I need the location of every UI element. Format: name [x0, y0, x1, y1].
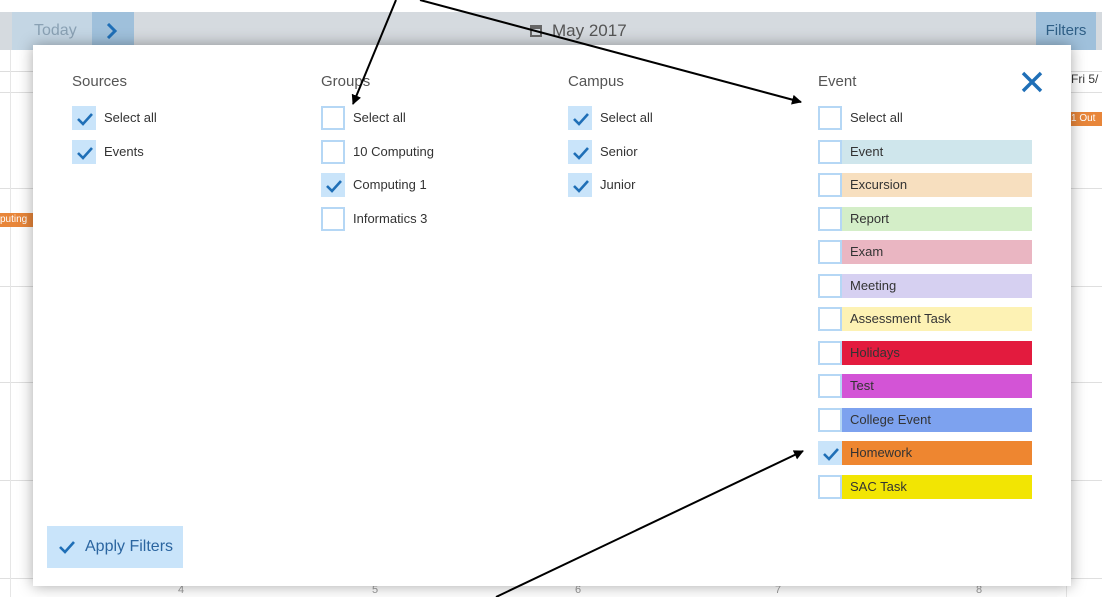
- groups-option-computing-1[interactable]: Computing 1: [321, 170, 535, 204]
- check-icon: [573, 180, 589, 193]
- apply-filters-label: Apply Filters: [85, 538, 174, 555]
- event-option[interactable]: Report: [818, 204, 1032, 238]
- event-option[interactable]: Exam: [818, 237, 1032, 271]
- campus-option-junior[interactable]: Junior: [568, 170, 782, 204]
- campus-option-select-all[interactable]: Select all: [568, 103, 782, 137]
- option-label: Exam: [842, 240, 1032, 264]
- option-label: Select all: [104, 110, 157, 125]
- checkbox[interactable]: [818, 374, 842, 398]
- checkbox[interactable]: [818, 307, 842, 331]
- event-option[interactable]: Holidays: [818, 338, 1032, 372]
- check-icon: [823, 448, 839, 461]
- groups-option-informatics-3[interactable]: Informatics 3: [321, 204, 535, 238]
- event-option[interactable]: College Event: [818, 405, 1032, 439]
- campus-option-senior[interactable]: Senior: [568, 137, 782, 171]
- sources-option-select-all[interactable]: Select all: [72, 103, 286, 137]
- groups-title: Groups: [321, 73, 371, 90]
- event-title: Event: [818, 73, 857, 90]
- grid-column-line: [10, 50, 11, 597]
- option-label: Meeting: [842, 273, 1032, 298]
- check-icon: [77, 113, 93, 126]
- sources-title: Sources: [72, 73, 128, 90]
- calendar-event-chip[interactable]: puting: [0, 213, 33, 227]
- option-label: Test: [842, 374, 1032, 398]
- option-label: College Event: [842, 407, 1032, 432]
- checkbox[interactable]: [568, 173, 592, 197]
- option-label: Homework: [842, 441, 1032, 465]
- check-icon: [573, 146, 589, 160]
- event-option[interactable]: Test: [818, 371, 1032, 405]
- option-label: Senior: [600, 143, 638, 159]
- checkbox[interactable]: [818, 106, 842, 130]
- event-option[interactable]: Excursion: [818, 170, 1032, 204]
- option-label: 10 Computing: [353, 143, 434, 159]
- option-label: Events: [104, 143, 144, 159]
- option-label: SAC Task: [842, 474, 1032, 499]
- calendar-event-chip[interactable]: 1 Out: [1071, 112, 1102, 126]
- check-icon: [326, 180, 342, 193]
- sources-option-events[interactable]: Events: [72, 137, 286, 171]
- groups-option-10-computing[interactable]: 10 Computing: [321, 137, 535, 171]
- option-label: Informatics 3: [353, 210, 428, 226]
- event-type-list: Event Excursion Report Exam Meeting Assessmen…: [818, 137, 1032, 506]
- apply-filters-button[interactable]: Apply Filters: [47, 526, 183, 568]
- checkbox[interactable]: [818, 240, 842, 264]
- close-button[interactable]: [1019, 69, 1045, 95]
- checkbox[interactable]: [818, 474, 842, 499]
- chevron-right-icon: [106, 23, 118, 39]
- checkbox[interactable]: [321, 106, 345, 130]
- event-option[interactable]: Assessment Task: [818, 304, 1032, 338]
- check-icon: [59, 541, 75, 554]
- option-label: Select all: [600, 110, 653, 125]
- sources-column: Sources Select all Events: [72, 73, 286, 170]
- option-label: Event: [842, 139, 1032, 164]
- checkbox[interactable]: [72, 139, 96, 164]
- checkbox[interactable]: [818, 206, 842, 231]
- checkbox[interactable]: [818, 139, 842, 164]
- checkbox[interactable]: [568, 139, 592, 164]
- event-option-select-all[interactable]: Select all: [818, 103, 1032, 137]
- option-label: Select all: [353, 110, 406, 125]
- day-header-fri: Fri 5/: [1071, 72, 1099, 86]
- calendar-icon: [530, 25, 542, 37]
- event-option[interactable]: Meeting: [818, 271, 1032, 305]
- checkbox[interactable]: [321, 173, 345, 197]
- checkbox[interactable]: [72, 106, 96, 130]
- groups-column: Groups Select all 10 Computing Computing…: [321, 73, 535, 237]
- close-icon: [1021, 71, 1043, 93]
- option-label: Report: [842, 206, 1032, 231]
- checkbox[interactable]: [818, 441, 842, 465]
- checkbox[interactable]: [818, 173, 842, 197]
- option-label: Excursion: [842, 173, 1032, 197]
- checkbox[interactable]: [818, 407, 842, 432]
- campus-title: Campus: [568, 73, 624, 90]
- event-column: Event Select all Event Excursion Report Exa…: [818, 73, 1032, 505]
- option-label: Computing 1: [353, 177, 427, 192]
- option-label: Assessment Task: [842, 307, 1032, 331]
- event-option[interactable]: Event: [818, 137, 1032, 171]
- option-label: Junior: [600, 177, 636, 192]
- check-icon: [77, 146, 93, 160]
- checkbox[interactable]: [818, 273, 842, 298]
- groups-option-select-all[interactable]: Select all: [321, 103, 535, 137]
- event-option[interactable]: SAC Task: [818, 472, 1032, 506]
- filters-modal: Sources Select all Events Groups Select …: [33, 45, 1071, 586]
- checkbox[interactable]: [321, 206, 345, 231]
- event-option[interactable]: Homework: [818, 438, 1032, 472]
- checkbox[interactable]: [818, 340, 842, 365]
- checkbox[interactable]: [568, 106, 592, 130]
- check-icon: [573, 113, 589, 126]
- option-label: Select all: [850, 110, 903, 125]
- option-label: Holidays: [842, 340, 1032, 365]
- checkbox[interactable]: [321, 139, 345, 164]
- campus-column: Campus Select all Senior Junior: [568, 73, 782, 204]
